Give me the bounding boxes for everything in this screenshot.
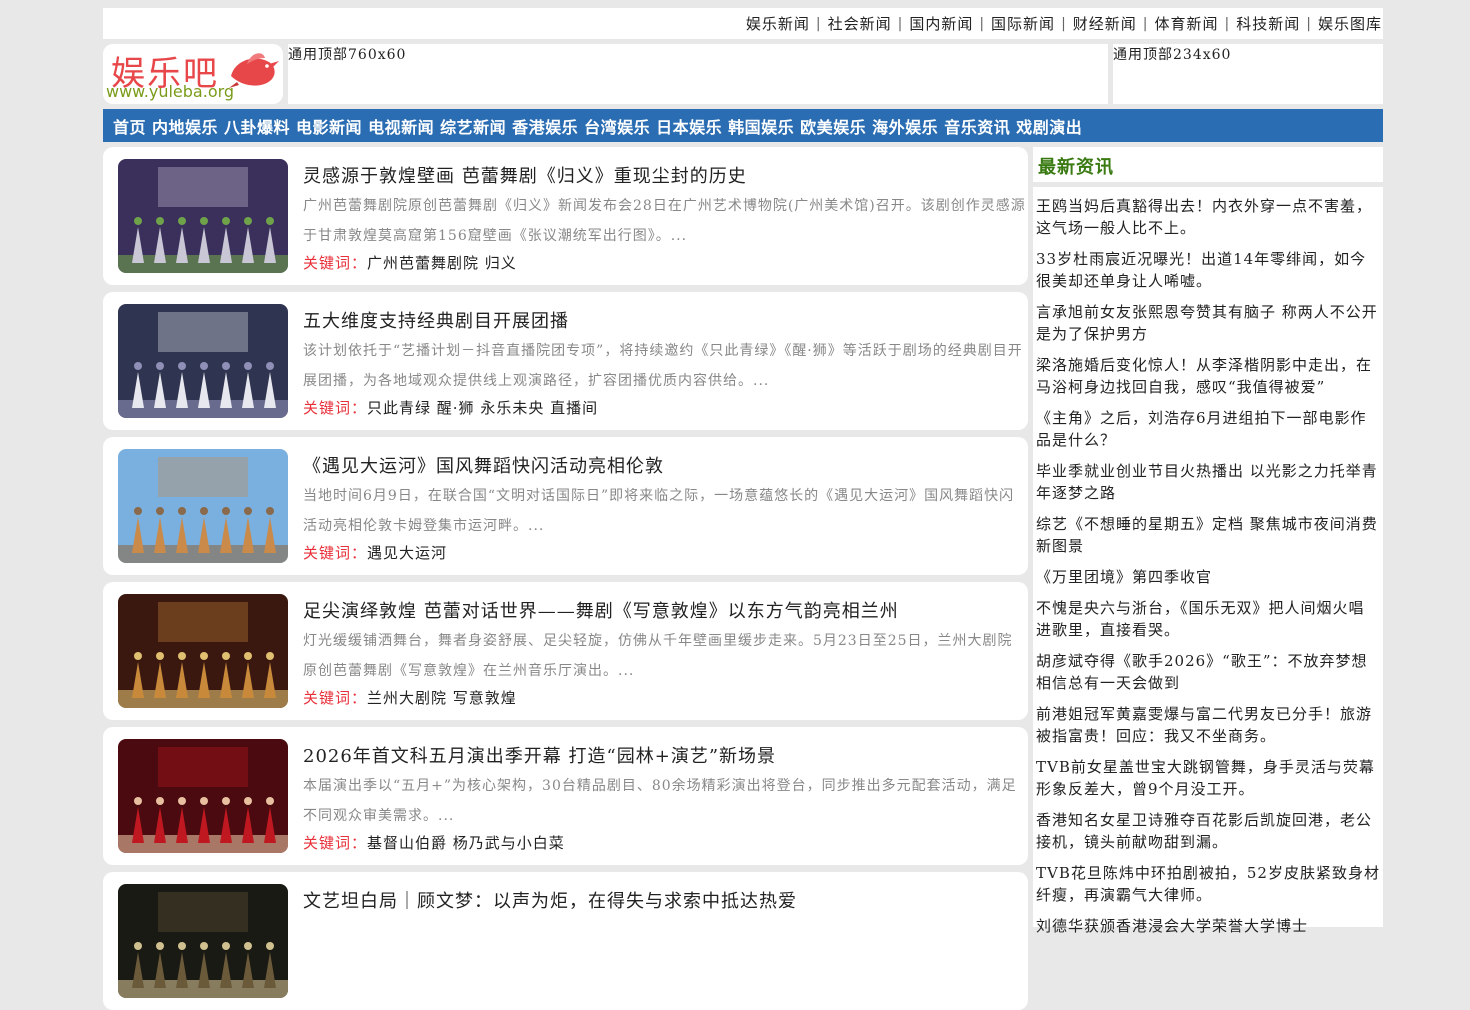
category-nav-item[interactable]: 八卦爆料 — [224, 114, 290, 138]
top-ad-760x60[interactable]: 通用顶部760x60 — [288, 44, 1108, 104]
category-nav-item[interactable]: 台湾娱乐 — [584, 114, 650, 138]
top-nav-link[interactable]: 娱乐图库 — [1318, 13, 1382, 34]
top-ad-234x60[interactable]: 通用顶部234x60 — [1113, 44, 1383, 104]
category-nav: 首页 内地娱乐 八卦爆料 电影新闻 电视新闻 综艺新闻 香港娱乐 台湾娱乐 日本娱乐 韩国娱乐 欧美… — [103, 109, 1383, 142]
top-nav-links: 娱乐新闻 | 社会新闻 | 国内新闻 | 国际新闻 | 财经新闻 | 体育新闻 | 科技新闻 | 娱乐图库 — [746, 13, 1383, 34]
nav-separator: | — [815, 15, 822, 32]
article-keywords: 关键词：只此青绿 醒·狮 永乐未央 直播间 — [303, 397, 598, 418]
latest-news-item[interactable]: 前港姐冠军黄嘉雯爆与富二代男友已分手！旅游被指富贵！回应：我又不坐商务。 — [1036, 703, 1380, 747]
bird-icon — [229, 53, 279, 88]
keywords-value[interactable]: 广州芭蕾舞剧院 归义 — [367, 254, 517, 272]
category-nav-item[interactable]: 欧美娱乐 — [800, 114, 866, 138]
article-thumbnail[interactable] — [118, 594, 288, 708]
article-summary: 本届演出季以“五月+”为核心架构，30台精品剧目、80余场精彩演出将登台，同步推… — [303, 778, 1017, 824]
top-nav-link[interactable]: 国内新闻 — [909, 13, 973, 34]
sidebar-title: 最新资讯 — [1038, 157, 1114, 178]
top-nav-link[interactable]: 娱乐新闻 — [746, 13, 810, 34]
latest-news-item[interactable]: 综艺《不想睡的星期五》定档 聚焦城市夜间消费新图景 — [1036, 513, 1380, 557]
category-nav-item[interactable]: 综艺新闻 — [440, 114, 506, 138]
header: 娱乐吧 www.yuleba.org 通用顶部760x60 通用顶部234x60 — [103, 44, 1383, 104]
article-title[interactable]: 《遇见大运河》国风舞蹈快闪活动亮相伦敦 — [303, 452, 664, 478]
article-keywords: 关键词：广州芭蕾舞剧院 归义 — [303, 252, 517, 273]
ad-label: 通用顶部760x60 — [288, 47, 407, 63]
site-logo[interactable]: 娱乐吧 www.yuleba.org — [103, 44, 283, 104]
article-card[interactable]: 文艺坦白局｜顾文梦：以声为炬，在得失与求索中抵达热爱 — [103, 872, 1028, 1010]
latest-news-item[interactable]: TVB前女星盖世宝大跳钢管舞，身手灵活与荧幕形象反差大，曾9个月没工开。 — [1036, 756, 1380, 800]
keywords-label: 关键词： — [303, 399, 368, 417]
category-nav-item[interactable]: 内地娱乐 — [152, 114, 218, 138]
article-thumbnail[interactable] — [118, 304, 288, 418]
keywords-label: 关键词： — [303, 254, 368, 272]
latest-news-item[interactable]: 胡彦斌夺得《歌手2026》“歌王”：不放弃梦想 相信总有一天会做到 — [1036, 650, 1380, 694]
keywords-label: 关键词： — [303, 689, 368, 707]
latest-news-item[interactable]: 言承旭前女友张熙恩夸赞其有脑子 称两人不公开是为了保护男方 — [1036, 301, 1380, 345]
article-thumbnail[interactable] — [118, 159, 288, 273]
top-nav-link[interactable]: 体育新闻 — [1155, 13, 1219, 34]
sidebar-header: 最新资讯 — [1033, 147, 1383, 182]
category-nav-item[interactable]: 首页 — [113, 114, 146, 138]
article-keywords: 关键词：兰州大剧院 写意敦煌 — [303, 687, 517, 708]
latest-news-item[interactable]: 刘德华获颁香港浸会大学荣誉大学博士 — [1036, 915, 1380, 937]
latest-news-box: 王鸥当妈后真豁得出去！内衣外穿一点不害羞，这气场一般人比不上。 33岁杜雨宸近况曝… — [1033, 187, 1383, 935]
keywords-label: 关键词： — [303, 544, 368, 562]
article-card[interactable]: 《遇见大运河》国风舞蹈快闪活动亮相伦敦当地时间6月9日，在联合国“文明对话国际日… — [103, 437, 1028, 575]
article-card[interactable]: 2026年首文科五月演出季开幕 打造“园林+演艺”新场景本届演出季以“五月+”为… — [103, 727, 1028, 865]
article-summary: 灯光缓缓铺洒舞台，舞者身姿舒展、足尖轻旋，仿佛从千年壁画里缓步走来。5月23日至… — [303, 633, 1013, 679]
top-nav-link[interactable]: 社会新闻 — [828, 13, 892, 34]
keywords-value[interactable]: 兰州大剧院 写意敦煌 — [367, 689, 517, 707]
article-title[interactable]: 2026年首文科五月演出季开幕 打造“园林+演艺”新场景 — [303, 742, 776, 768]
nav-separator: | — [1224, 15, 1231, 32]
article-title[interactable]: 文艺坦白局｜顾文梦：以声为炬，在得失与求索中抵达热爱 — [303, 887, 797, 913]
article-thumbnail[interactable] — [118, 739, 288, 853]
latest-news-item[interactable]: 33岁杜雨宸近况曝光！出道14年零绯闻，如今很美却还单身让人唏嘘。 — [1036, 248, 1380, 292]
nav-separator: | — [1306, 15, 1312, 32]
article-summary: 当地时间6月9日，在联合国“文明对话国际日”即将来临之际，一场意蕴悠长的《遇见大… — [303, 488, 1015, 534]
category-nav-item[interactable]: 海外娱乐 — [872, 114, 938, 138]
latest-news-item[interactable]: 《主角》之后，刘浩存6月进组拍下一部电影作品是什么？ — [1036, 407, 1380, 451]
article-card[interactable]: 足尖演绎敦煌 芭蕾对话世界——舞剧《写意敦煌》以东方气韵亮相兰州灯光缓缓铺洒舞台… — [103, 582, 1028, 720]
article-keywords: 关键词：遇见大运河 — [303, 542, 447, 563]
article-summary: 该计划依托于“艺播计划－抖音直播院团专项”，将持续邀约《只此青绿》《醒·狮》等活… — [303, 343, 1023, 389]
latest-news-item[interactable]: 王鸥当妈后真豁得出去！内衣外穿一点不害羞，这气场一般人比不上。 — [1036, 195, 1380, 239]
latest-news-item[interactable]: 毕业季就业创业节目火热播出 以光影之力托举青年逐梦之路 — [1036, 460, 1380, 504]
nav-separator: | — [1061, 15, 1067, 32]
latest-news-item[interactable]: 香港知名女星卫诗雅夺百花影后凯旋回港，老公接机，镜头前献吻甜到漏。 — [1036, 809, 1380, 853]
top-nav-link[interactable]: 财经新闻 — [1073, 13, 1137, 34]
top-nav-bar: 娱乐新闻 | 社会新闻 | 国内新闻 | 国际新闻 | 财经新闻 | 体育新闻 | 科技新闻 | 娱乐图库 — [103, 8, 1383, 39]
article-title[interactable]: 五大维度支持经典剧目开展团播 — [303, 307, 569, 333]
article-thumbnail[interactable] — [118, 449, 288, 563]
latest-news-item[interactable]: 梁洛施婚后变化惊人！从李泽楷阴影中走出，在马浴柯身边找回自我，感叹“我值得被爱” — [1036, 354, 1380, 398]
nav-separator: | — [897, 15, 904, 32]
category-nav-item[interactable]: 香港娱乐 — [512, 114, 578, 138]
logo-url: www.yuleba.org — [106, 82, 235, 101]
top-nav-link[interactable]: 国际新闻 — [991, 13, 1055, 34]
keywords-label: 关键词： — [303, 834, 368, 852]
article-title[interactable]: 足尖演绎敦煌 芭蕾对话世界——舞剧《写意敦煌》以东方气韵亮相兰州 — [303, 597, 899, 623]
category-nav-item[interactable]: 电影新闻 — [296, 114, 362, 138]
top-nav-link[interactable]: 科技新闻 — [1236, 13, 1300, 34]
category-nav-item[interactable]: 戏剧演出 — [1016, 114, 1082, 138]
nav-separator: | — [1142, 15, 1149, 32]
article-title[interactable]: 灵感源于敦煌壁画 芭蕾舞剧《归义》重现尘封的历史 — [303, 162, 747, 188]
latest-news-item[interactable]: 不愧是央六与浙台，《国乐无双》把人间烟火唱进歌里，直接看哭。 — [1036, 597, 1380, 641]
keywords-value[interactable]: 只此青绿 醒·狮 永乐未央 直播间 — [367, 399, 598, 417]
category-nav-item[interactable]: 韩国娱乐 — [728, 114, 794, 138]
nav-separator: | — [979, 15, 986, 32]
latest-news-item[interactable]: 《万里团境》第四季收官 — [1036, 566, 1380, 588]
category-nav-item[interactable]: 日本娱乐 — [656, 114, 722, 138]
latest-news-list: 王鸥当妈后真豁得出去！内衣外穿一点不害羞，这气场一般人比不上。 33岁杜雨宸近况曝… — [1036, 195, 1380, 946]
category-nav-item[interactable]: 音乐资讯 — [944, 114, 1010, 138]
latest-news-item[interactable]: TVB花旦陈炜中环拍剧被拍，52岁皮肤紧致身材纤瘦，再演霸气大律师。 — [1036, 862, 1380, 906]
article-card[interactable]: 灵感源于敦煌壁画 芭蕾舞剧《归义》重现尘封的历史广州芭蕾舞剧院原创芭蕾舞剧《归义… — [103, 147, 1028, 285]
article-card[interactable]: 五大维度支持经典剧目开展团播该计划依托于“艺播计划－抖音直播院团专项”，将持续邀… — [103, 292, 1028, 430]
keywords-value[interactable]: 遇见大运河 — [367, 544, 447, 562]
category-nav-item[interactable]: 电视新闻 — [368, 114, 434, 138]
ad-label: 通用顶部234x60 — [1113, 47, 1232, 63]
keywords-value[interactable]: 基督山伯爵 杨乃武与小白菜 — [367, 834, 565, 852]
article-thumbnail[interactable] — [118, 884, 288, 998]
article-summary: 广州芭蕾舞剧院原创芭蕾舞剧《归义》新闻发布会28日在广州艺术博物院(广州美术馆)… — [303, 198, 1026, 244]
article-keywords: 关键词：基督山伯爵 杨乃武与小白菜 — [303, 832, 565, 853]
